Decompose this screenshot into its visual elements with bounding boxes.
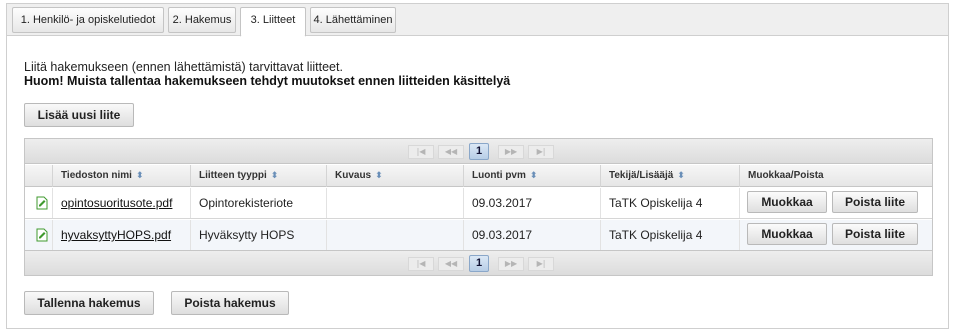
icon-column-header bbox=[25, 165, 53, 187]
column-header-filename[interactable]: Tiedoston nimi ⬍ bbox=[53, 165, 191, 187]
delete-attachment-button[interactable]: Poista liite bbox=[832, 223, 918, 245]
file-icon-cell bbox=[25, 188, 53, 218]
column-header-actions: Muokkaa/Poista bbox=[748, 170, 824, 181]
tab-submit[interactable]: 4. Lähettäminen bbox=[310, 7, 396, 33]
description-cell bbox=[327, 188, 464, 218]
intro-text: Liitä hakemukseen (ennen lähettämistä) t… bbox=[24, 60, 343, 74]
delete-attachment-button[interactable]: Poista liite bbox=[832, 191, 918, 213]
column-header-description[interactable]: Kuvaus ⬍ bbox=[327, 165, 464, 187]
last-page-button[interactable]: ▶| bbox=[528, 145, 554, 159]
last-page-button[interactable]: ▶| bbox=[528, 257, 554, 271]
file-link[interactable]: opintosuoritusote.pdf bbox=[61, 196, 172, 210]
column-header-type[interactable]: Liitteen tyyppi ⬍ bbox=[191, 165, 327, 187]
tab-attachments[interactable]: 3. Liitteet bbox=[240, 7, 306, 37]
pager-bottom: |◀ ◀◀ 1 ▶▶ ▶| bbox=[25, 250, 932, 275]
file-icon-cell bbox=[25, 220, 53, 250]
created-cell: 09.03.2017 bbox=[464, 220, 601, 250]
current-page-button[interactable]: 1 bbox=[469, 255, 489, 272]
edit-button[interactable]: Muokkaa bbox=[747, 191, 827, 213]
save-application-button[interactable]: Tallenna hakemus bbox=[24, 291, 154, 315]
type-cell: Hyväksytty HOPS bbox=[191, 220, 327, 250]
sort-updown-icon: ⬍ bbox=[270, 170, 279, 181]
column-header-author[interactable]: Tekijä/Lisääjä ⬍ bbox=[601, 165, 740, 187]
filename-cell: hyvaksyttyHOPS.pdf bbox=[53, 220, 191, 250]
next-page-button[interactable]: ▶▶ bbox=[498, 145, 524, 159]
pager-top: |◀ ◀◀ 1 ▶▶ ▶| bbox=[25, 139, 932, 164]
author-cell: TaTK Opiskelija 4 bbox=[601, 188, 740, 218]
sort-updown-icon: ⬍ bbox=[375, 170, 383, 181]
type-cell: Opintorekisteriote bbox=[191, 188, 327, 218]
table-header: Tiedoston nimi ⬍ Liitteen tyyppi ⬍ Kuvaus ⬍… bbox=[25, 165, 932, 187]
table-row: hyvaksyttyHOPS.pdf Hyväksytty HOPS 09.03… bbox=[25, 220, 932, 251]
add-attachment-button[interactable]: Lisää uusi liite bbox=[24, 103, 134, 127]
column-header-created[interactable]: Luonti pvm ⬍ bbox=[464, 165, 601, 187]
first-page-button[interactable]: |◀ bbox=[408, 257, 434, 271]
document-edit-icon bbox=[36, 196, 48, 210]
tab-application[interactable]: 2. Hakemus bbox=[168, 7, 236, 33]
attachments-table: |◀ ◀◀ 1 ▶▶ ▶| Tiedoston nimi ⬍ Liitteen t… bbox=[24, 138, 933, 276]
author-cell: TaTK Opiskelija 4 bbox=[601, 220, 740, 250]
application-panel: 1. Henkilö- ja opiskelutiedot 2. Hakemus… bbox=[6, 3, 949, 329]
tab-personal-info[interactable]: 1. Henkilö- ja opiskelutiedot bbox=[12, 7, 164, 33]
first-page-button[interactable]: |◀ bbox=[408, 145, 434, 159]
current-page-button[interactable]: 1 bbox=[469, 143, 489, 160]
sort-updown-icon: ⬍ bbox=[135, 170, 144, 181]
prev-page-button[interactable]: ◀◀ bbox=[438, 257, 464, 271]
warning-text: Huom! Muista tallentaa hakemukseen tehdy… bbox=[24, 74, 511, 88]
sort-updown-icon: ⬍ bbox=[529, 170, 538, 181]
filename-cell: opintosuoritusote.pdf bbox=[53, 188, 191, 218]
document-edit-icon bbox=[36, 228, 48, 242]
prev-page-button[interactable]: ◀◀ bbox=[438, 145, 464, 159]
tab-bar: 1. Henkilö- ja opiskelutiedot 2. Hakemus… bbox=[7, 4, 948, 37]
description-cell bbox=[327, 220, 464, 250]
table-row: opintosuoritusote.pdf Opintorekisteriote… bbox=[25, 188, 932, 219]
sort-updown-icon: ⬍ bbox=[677, 170, 685, 181]
next-page-button[interactable]: ▶▶ bbox=[498, 257, 524, 271]
created-cell: 09.03.2017 bbox=[464, 188, 601, 218]
edit-button[interactable]: Muokkaa bbox=[747, 223, 827, 245]
delete-application-button[interactable]: Poista hakemus bbox=[171, 291, 289, 315]
file-link[interactable]: hyvaksyttyHOPS.pdf bbox=[61, 228, 171, 242]
